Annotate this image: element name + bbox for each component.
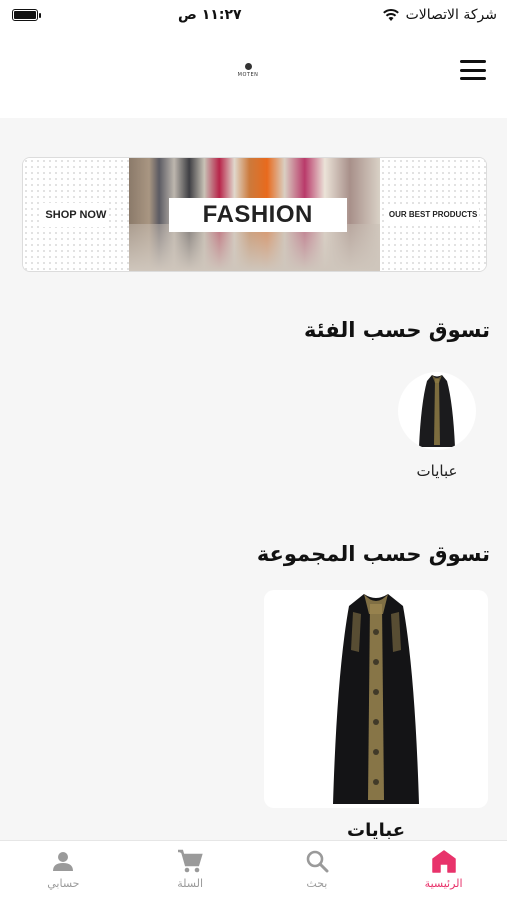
hamburger-menu-icon[interactable] — [460, 60, 486, 80]
promo-banner[interactable]: SHOP NOW FASHION OUR BEST PRODUCTS — [22, 157, 487, 272]
nav-item-search[interactable]: بحث — [254, 841, 381, 900]
category-item-abayas[interactable]: عبايات — [398, 372, 476, 480]
status-time: ١١:٢٧ ص — [178, 7, 242, 23]
brand-logo[interactable]: MOTEN — [230, 56, 266, 84]
nav-label-cart: السلة — [177, 877, 203, 890]
collection-card-abayas[interactable] — [264, 590, 488, 808]
category-thumbnail — [398, 372, 476, 450]
category-item-label: عبايات — [416, 462, 458, 480]
banner-photo: FASHION — [128, 158, 381, 271]
banner-best-products-text: OUR BEST PRODUCTS — [386, 204, 480, 225]
logo-text: MOTEN — [237, 71, 259, 78]
banner-right-panel: OUR BEST PRODUCTS — [380, 158, 486, 271]
abaya-image-icon — [419, 375, 455, 447]
nav-item-cart[interactable]: السلة — [127, 841, 254, 900]
battery-icon — [12, 9, 41, 21]
nav-label-home: الرئيسية — [424, 877, 463, 890]
home-icon — [431, 850, 456, 873]
collection-item-label: عبايات — [346, 820, 405, 841]
banner-left-panel: SHOP NOW — [23, 158, 129, 271]
nav-label-search: بحث — [306, 877, 328, 890]
cart-icon — [178, 849, 203, 873]
search-icon — [306, 850, 329, 873]
abaya-image-icon — [333, 594, 419, 804]
banner-fashion-title: FASHION — [168, 198, 347, 232]
bottom-navigation: حسابي السلة بحث الرئيسية — [0, 840, 507, 900]
person-icon — [53, 852, 74, 871]
category-section-title: تسوق حسب الفئة — [303, 318, 490, 342]
collection-section-title: تسوق حسب المجموعة — [256, 542, 490, 566]
nav-item-home[interactable]: الرئيسية — [380, 841, 507, 900]
nav-label-account: حسابي — [47, 877, 80, 890]
banner-shop-now-text: SHOP NOW — [43, 202, 109, 227]
status-bar: ١١:٢٧ ص شركة الاتصالات — [0, 0, 507, 30]
app-header: MOTEN — [0, 30, 507, 118]
nav-item-account[interactable]: حسابي — [0, 841, 127, 900]
wifi-icon — [382, 8, 399, 21]
carrier-name: شركة الاتصالات — [405, 7, 497, 23]
status-right: شركة الاتصالات — [382, 7, 497, 23]
logo-mark-icon — [244, 62, 252, 70]
